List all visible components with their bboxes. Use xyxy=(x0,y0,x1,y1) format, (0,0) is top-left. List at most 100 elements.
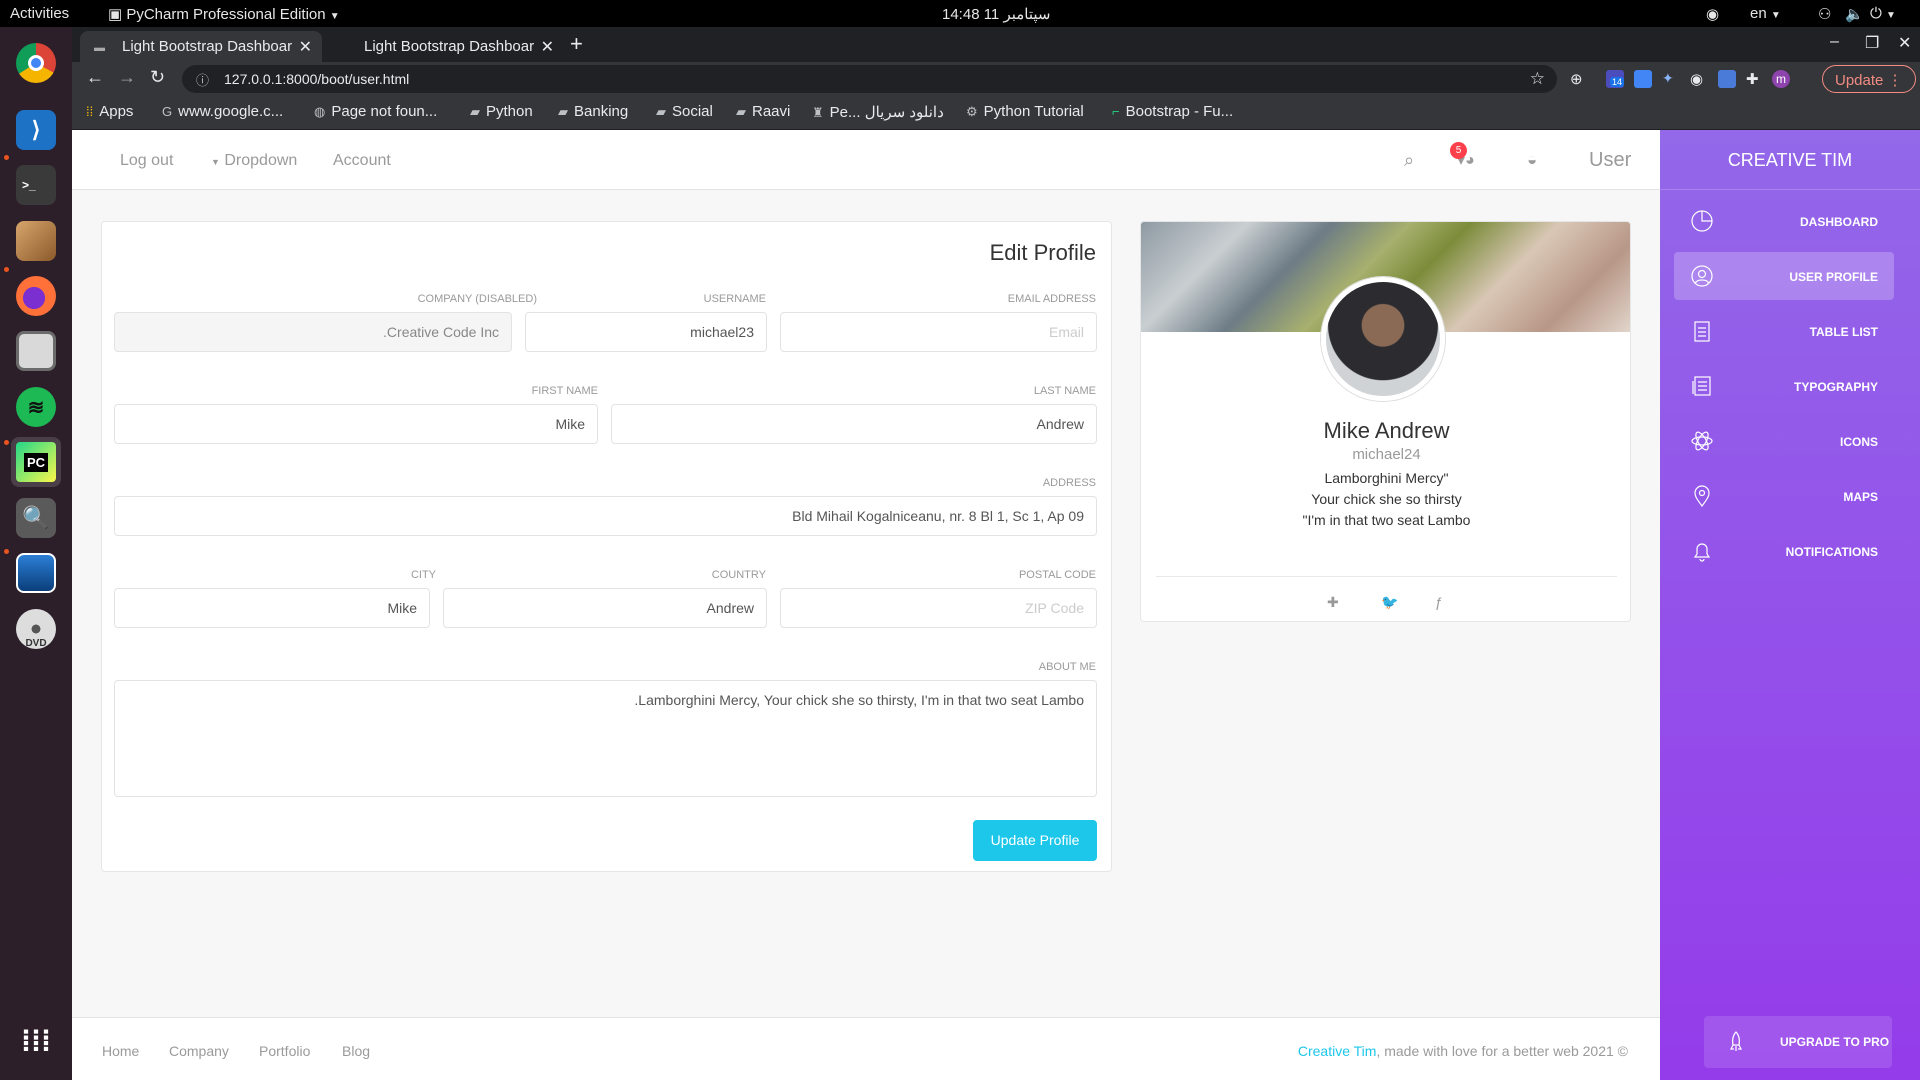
sidebar-item-icons[interactable]: Icons xyxy=(1674,417,1894,465)
dock-vscode[interactable]: ⟩ xyxy=(11,105,61,155)
new-tab-icon[interactable]: + xyxy=(570,31,583,57)
google-plus-icon[interactable]: ✚ xyxy=(1327,594,1339,611)
dropdown-link[interactable]: ▼ Dropdown xyxy=(211,152,297,170)
reload-icon[interactable]: ↻ xyxy=(150,67,165,88)
volume-icon[interactable]: 🔈 xyxy=(1845,5,1864,23)
footer-link-company[interactable]: Company xyxy=(169,1043,229,1059)
bookmark-social[interactable]: ▰ Social xyxy=(656,103,713,120)
back-icon[interactable]: ← xyxy=(86,67,104,88)
browser-tab[interactable]: ▬ Light Bootstrap Dashboard ✕ xyxy=(80,31,322,62)
dock-screenshot[interactable] xyxy=(11,548,61,598)
profile-avatar[interactable]: m xyxy=(1772,70,1790,88)
country-field[interactable]: Andrew xyxy=(443,588,767,628)
browser-tab[interactable]: Light Bootstrap Dashboard ✕ xyxy=(322,31,564,62)
sidebar-item-typography[interactable]: Typography xyxy=(1674,362,1894,410)
sidebar-item-label: Table List xyxy=(1809,325,1878,339)
show-apps-button[interactable]: ⁞⁞⁞ xyxy=(11,1017,61,1067)
sidebar-item-label: Notifications xyxy=(1785,545,1878,559)
dashboard-gauge-icon[interactable]: ◒ xyxy=(1527,150,1537,170)
logout-link[interactable]: Log out xyxy=(120,152,173,170)
close-tab-icon[interactable]: ✕ xyxy=(299,37,312,57)
bookmark-label: Page not foun... xyxy=(331,103,438,120)
network-icon[interactable]: ⚇ xyxy=(1818,5,1831,23)
puzzle-icon[interactable]: ✚ xyxy=(1746,70,1764,88)
map-pin-icon xyxy=(1694,485,1710,508)
bookmark-serial[interactable]: ♜ Pe... دانلود سریال xyxy=(812,103,944,121)
last-name-field[interactable]: Andrew xyxy=(611,404,1097,444)
chrome-tray-icon[interactable]: ◉ xyxy=(1706,5,1719,23)
folder-icon: ▰ xyxy=(656,104,666,119)
bookmark-label: Python xyxy=(486,103,533,120)
footer-link-home[interactable]: Home xyxy=(102,1043,139,1059)
bookmark-apps[interactable]: ⁞⁞ Apps xyxy=(86,103,133,120)
language-indicator[interactable]: en ▼ xyxy=(1750,5,1781,22)
dock-search[interactable]: 🔍 xyxy=(11,493,61,543)
forward-icon[interactable]: → xyxy=(118,67,136,88)
chrome-update-button[interactable]: Update ⋮ xyxy=(1822,65,1916,93)
dock-chrome[interactable] xyxy=(11,38,61,88)
account-link[interactable]: Account xyxy=(333,152,391,170)
bookmark-google[interactable]: Gwww.google.c... xyxy=(162,103,283,120)
news-icon xyxy=(1692,376,1711,396)
email-field[interactable]: Email xyxy=(780,312,1097,352)
postal-code-field[interactable]: ZIP Code xyxy=(780,588,1097,628)
bookmark-python-tutorial[interactable]: ⚙ Python Tutorial xyxy=(966,103,1084,120)
sidebar-item-notifications[interactable]: Notifications xyxy=(1674,527,1894,575)
activities-button[interactable]: Activities xyxy=(10,5,69,22)
minimize-icon[interactable]: – xyxy=(1830,33,1839,51)
about-me-textarea[interactable]: .Lamborghini Mercy, Your chick she so th… xyxy=(114,680,1097,797)
clock[interactable]: 14:48 11 سپتامبر xyxy=(942,5,1050,23)
creative-tim-link[interactable]: Creative Tim xyxy=(1298,1043,1377,1059)
first-name-field[interactable]: Mike xyxy=(114,404,598,444)
maximize-icon[interactable]: ❐ xyxy=(1865,33,1879,53)
bookmark-page-not-found[interactable]: ◍ Page not foun... xyxy=(314,103,437,120)
close-tab-icon[interactable]: ✕ xyxy=(541,37,554,57)
company-field[interactable]: .Creative Code Inc xyxy=(114,312,512,352)
extension-icon[interactable]: ◉ xyxy=(1690,70,1708,88)
bookmark-star-icon[interactable]: ☆ xyxy=(1530,69,1545,89)
bookmark-banking[interactable]: ▰ Banking xyxy=(558,103,628,120)
twitter-icon[interactable]: 🐦 xyxy=(1381,594,1398,611)
bookmark-python[interactable]: ▰ Python xyxy=(470,103,533,120)
bio-line: Your chick she so thirsty xyxy=(1311,491,1462,507)
sidebar-item-dashboard[interactable]: Dashboard xyxy=(1674,197,1894,245)
dock-firefox[interactable] xyxy=(11,271,61,321)
extension-icon[interactable]: 14 xyxy=(1606,70,1625,88)
globe-extension-icon[interactable]: ⊕ xyxy=(1570,70,1588,88)
facebook-icon[interactable]: ƒ xyxy=(1435,594,1443,610)
dock-files[interactable] xyxy=(11,326,61,376)
dock-dvd[interactable]: DVD xyxy=(11,604,61,654)
address-bar[interactable]: ⓘ 127.0.0.1:8000/boot/user.html ☆ xyxy=(182,65,1557,93)
page-footer: Home Company Portfolio Blog Creative Tim… xyxy=(72,1017,1660,1080)
dock-spotify[interactable]: ≋ xyxy=(11,382,61,432)
dock-pycharm[interactable]: PC xyxy=(11,437,61,487)
bookmark-raavi[interactable]: ▰ Raavi xyxy=(736,103,790,120)
extension-icon[interactable]: ✦ xyxy=(1662,70,1680,88)
extension-icon[interactable] xyxy=(1634,70,1652,88)
sidebar: Creative Tim Dashboard User Profile Tabl… xyxy=(1660,130,1920,1080)
username-field[interactable]: michael23 xyxy=(525,312,767,352)
sidebar-item-maps[interactable]: Maps xyxy=(1674,472,1894,520)
translate-extension-icon[interactable] xyxy=(1718,70,1736,88)
upgrade-to-pro-button[interactable]: Upgrade to PRO xyxy=(1704,1016,1892,1068)
city-field[interactable]: Mike xyxy=(114,588,430,628)
footer-link-portfolio[interactable]: Portfolio xyxy=(259,1043,310,1059)
sidebar-item-user-profile[interactable]: User Profile xyxy=(1674,252,1894,300)
sidebar-brand[interactable]: Creative Tim xyxy=(1660,130,1920,190)
app-menu[interactable]: ▣ PyCharm Professional Edition ▼ xyxy=(108,5,340,23)
info-icon[interactable]: ⓘ xyxy=(196,70,209,89)
bookmark-bootstrap[interactable]: ⌐ Bootstrap - Fu... xyxy=(1112,103,1233,120)
search-icon[interactable]: ⌕ xyxy=(1404,150,1414,171)
dock-image-viewer[interactable] xyxy=(11,216,61,266)
magnifier-icon: 🔍 xyxy=(16,498,56,538)
dock-terminal[interactable]: >_ xyxy=(11,160,61,210)
update-profile-button[interactable]: Update Profile xyxy=(973,820,1097,861)
divider xyxy=(1156,576,1617,577)
bookmark-label: Banking xyxy=(574,103,629,120)
footer-link-blog[interactable]: Blog xyxy=(342,1043,370,1059)
sidebar-item-table-list[interactable]: Table List xyxy=(1674,307,1894,355)
address-field[interactable]: Bld Mihail Kogalniceanu, nr. 8 Bl 1, Sc … xyxy=(114,496,1097,536)
user-link[interactable]: User xyxy=(1589,149,1631,172)
close-window-icon[interactable]: ✕ xyxy=(1898,33,1911,53)
power-icon[interactable]: ⏻ ▼ xyxy=(1870,5,1896,22)
